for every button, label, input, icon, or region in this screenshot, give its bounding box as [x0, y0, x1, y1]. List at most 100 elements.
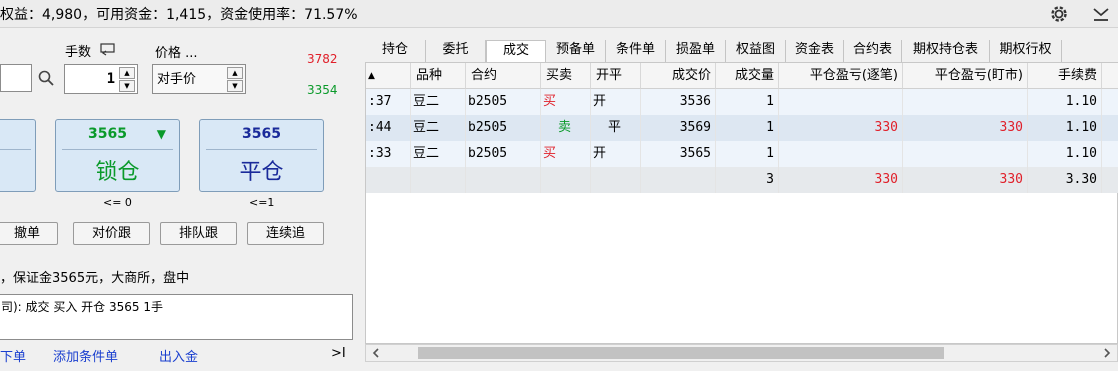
trade-open-close: 开 [591, 141, 641, 167]
tab-option-positions[interactable]: 期权持仓表 [902, 40, 990, 62]
column-header[interactable]: 手续费 [1028, 63, 1102, 89]
buy-open-button[interactable] [0, 119, 36, 192]
total-row: 3 330 330 3.30 [366, 167, 1118, 193]
sort-indicator-icon[interactable]: ▲ [366, 63, 411, 89]
margin-info: ，保证金3565元，大商所，盘中 [0, 271, 190, 286]
trade-contract: b2505 [466, 115, 541, 141]
tab-stop-orders[interactable]: 损盈单 [666, 40, 726, 62]
contract-input[interactable] [0, 64, 32, 92]
cancel-order-button[interactable]: 撤单 [0, 222, 58, 245]
qty-down-button[interactable]: ▼ [119, 80, 135, 92]
trade-contract: b2505 [466, 89, 541, 115]
scrollbar-thumb[interactable] [418, 347, 944, 359]
price-label: 价格 ... [155, 46, 198, 61]
tab-funds-table[interactable]: 资金表 [786, 40, 844, 62]
tab-equity-chart[interactable]: 权益图 [726, 40, 786, 62]
follow-queue-button[interactable]: 排队跟 [160, 222, 237, 245]
lock-available-note: <= 0 [103, 196, 132, 209]
column-header[interactable]: 成交价 [641, 63, 716, 89]
trade-pnl-per-trade [779, 141, 903, 167]
tab-option-exercise[interactable]: 期权行权 [990, 40, 1062, 62]
total-fee: 3.30 [1028, 167, 1102, 193]
column-header[interactable]: 开平 [591, 63, 641, 89]
trades-table: ▲ 品种 合约 买卖 开平 成交价 成交量 平仓盈亏(逐笔) 平仓盈亏(盯市) … [365, 62, 1118, 344]
trade-fee: 1.10 [1028, 89, 1102, 115]
trade-variety: 豆二 [411, 141, 466, 167]
trade-fee: 1.10 [1028, 115, 1102, 141]
column-header[interactable]: 平仓盈亏(盯市) [903, 63, 1028, 89]
qty-label: 手数 [65, 45, 92, 60]
price-up-button[interactable]: ▲ [227, 67, 243, 79]
trade-variety: 豆二 [411, 89, 466, 115]
close-position-button[interactable]: 3565 平仓 [199, 119, 324, 192]
return-icon [100, 43, 116, 57]
account-summary: 权益：4,980，可用资金：1,415，资金使用率：71.57% [0, 7, 358, 23]
tab-bar: 持仓 委托 成交 预备单 条件单 损盈单 权益图 资金表 合约表 期权持仓表 期… [365, 40, 1118, 63]
quantity-stepper[interactable]: 1 ▲ ▼ [64, 64, 138, 94]
total-pnl-per-trade: 330 [779, 167, 903, 193]
lower-limit-price: 3354 [307, 83, 338, 97]
lock-position-label: 锁仓 [95, 160, 140, 185]
order-link[interactable]: 下单 [0, 346, 26, 365]
trade-contract: b2505 [466, 141, 541, 167]
upper-limit-price: 3782 [307, 52, 338, 66]
trade-qty: 1 [716, 115, 779, 141]
collapse-icon[interactable] [1090, 3, 1112, 25]
chase-button[interactable]: 连续追 [247, 222, 324, 245]
price-type-select[interactable]: 对手价 ▲ ▼ [152, 64, 246, 94]
close-price: 3565 [242, 126, 281, 142]
qty-up-button[interactable]: ▲ [119, 67, 135, 79]
trade-qty: 1 [716, 141, 779, 167]
tab-trades[interactable]: 成交 [486, 40, 546, 63]
trade-time: :44 [366, 115, 411, 141]
close-available-note: <=1 [249, 196, 275, 209]
total-qty: 3 [716, 167, 779, 193]
trade-pnl-per-trade: 330 [779, 115, 903, 141]
trade-pnl-mark-to-market [903, 89, 1028, 115]
table-row[interactable]: :33 豆二 b2505 买 开 3565 1 1.10 [366, 141, 1118, 167]
tab-prepared-orders[interactable]: 预备单 [546, 40, 606, 62]
down-arrow-icon: ▼ [156, 127, 166, 141]
table-row[interactable]: :44 豆二 b2505 卖 平 3569 1 330 330 1.10 [366, 115, 1118, 141]
total-pnl-mark-to-market: 330 [903, 167, 1028, 193]
trade-side: 买 [541, 141, 591, 167]
add-condition-link[interactable]: 添加条件单 [53, 346, 118, 365]
expand-panel-icon[interactable]: >I [331, 346, 346, 361]
tab-positions[interactable]: 持仓 [365, 40, 426, 62]
column-header[interactable]: 买卖 [541, 63, 591, 89]
column-header[interactable]: 合约 [466, 63, 541, 89]
trade-time: :37 [366, 89, 411, 115]
close-position-label: 平仓 [239, 160, 284, 185]
trade-pnl-mark-to-market [903, 141, 1028, 167]
transfer-link[interactable]: 出入金 [159, 346, 198, 365]
horizontal-scrollbar[interactable] [365, 344, 1118, 362]
tab-conditional-orders[interactable]: 条件单 [606, 40, 666, 62]
column-header[interactable]: 成交量 [716, 63, 779, 89]
trade-variety: 豆二 [411, 115, 466, 141]
order-log: 司): 成交 买入 开仓 3565 1手 [0, 294, 353, 340]
trade-open-close: 开 [591, 89, 641, 115]
price-down-button[interactable]: ▼ [227, 80, 243, 92]
scroll-left-icon[interactable] [370, 347, 382, 359]
column-header[interactable]: 平仓盈亏(逐笔) [779, 63, 903, 89]
tab-orders[interactable]: 委托 [426, 40, 486, 62]
lock-position-button[interactable]: 3565 ▼ 锁仓 [55, 119, 180, 192]
trade-side: 买 [541, 89, 591, 115]
order-log-text: 司): 成交 买入 开仓 3565 1手 [1, 300, 163, 314]
trade-qty: 1 [716, 89, 779, 115]
quantity-value: 1 [106, 71, 115, 87]
table-row[interactable]: :37 豆二 b2505 买 开 3536 1 1.10 [366, 89, 1118, 115]
column-header[interactable]: 品种 [411, 63, 466, 89]
search-icon[interactable] [37, 69, 55, 87]
trade-price: 3569 [641, 115, 716, 141]
tab-contracts-table[interactable]: 合约表 [844, 40, 902, 62]
top-status-bar: 权益：4,980，可用资金：1,415，资金使用率：71.57% [0, 0, 1118, 28]
follow-opposite-button[interactable]: 对价跟 [73, 222, 150, 245]
scroll-right-icon[interactable] [1101, 347, 1113, 359]
trade-time: :33 [366, 141, 411, 167]
trade-open-close: 平 [591, 115, 641, 141]
gear-icon[interactable] [1048, 3, 1070, 25]
price-type-value: 对手价 [157, 72, 197, 87]
trade-price: 3536 [641, 89, 716, 115]
trade-pnl-per-trade [779, 89, 903, 115]
